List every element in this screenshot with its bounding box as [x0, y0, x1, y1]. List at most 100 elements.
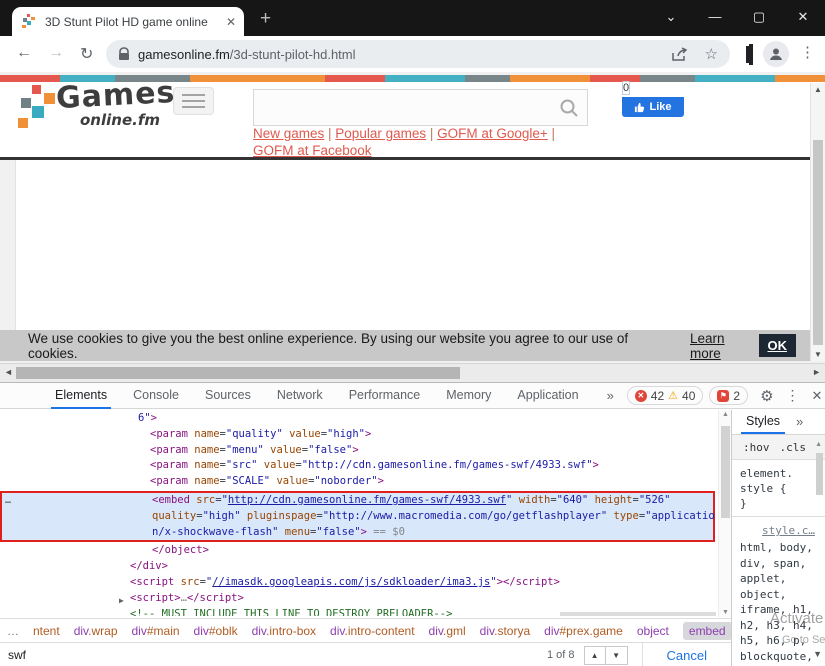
- tab-application[interactable]: Application: [504, 383, 591, 409]
- find-cancel-button[interactable]: Cancel: [642, 643, 731, 666]
- find-next-button[interactable]: ▼: [606, 646, 628, 665]
- window-close-button[interactable]: ✕: [781, 0, 825, 34]
- search-icon[interactable]: [559, 98, 579, 118]
- css-selector-list[interactable]: html, body, div, span, applet, object, i…: [732, 540, 818, 666]
- code-line[interactable]: </div>: [0, 559, 718, 575]
- styles-scrollbar-thumb[interactable]: [816, 453, 823, 495]
- devtools-settings-icon[interactable]: ⚙: [760, 387, 773, 405]
- elements-scrollbar-thumb[interactable]: [721, 426, 730, 518]
- breadcrumb-item[interactable]: div#prex.game: [544, 624, 623, 638]
- selected-embed-node[interactable]: …<embed src="http://cdn.gamesonline.fm/g…: [0, 491, 715, 542]
- tab-memory[interactable]: Memory: [433, 383, 504, 409]
- code-tag: ></script>: [497, 576, 560, 588]
- code-link[interactable]: //imasdk.googleapis.com/js/sdkloader/ima…: [212, 576, 490, 588]
- code-line[interactable]: <param name="menu" value="false">: [0, 443, 718, 459]
- site-logo-sub[interactable]: online.fm: [80, 111, 160, 129]
- scroll-up-arrow-icon[interactable]: ▲: [814, 85, 822, 94]
- tab-elements[interactable]: Elements: [42, 383, 120, 409]
- scroll-up-arrow-icon[interactable]: ▲: [815, 441, 822, 448]
- tab-sources[interactable]: Sources: [192, 383, 264, 409]
- window-chevron-icon[interactable]: ⌄: [649, 0, 693, 34]
- page-vertical-scrollbar[interactable]: ▲ ▼: [810, 83, 825, 361]
- site-search-input[interactable]: [254, 90, 587, 125]
- tab-network[interactable]: Network: [264, 383, 336, 409]
- site-logo-mark[interactable]: [17, 84, 55, 130]
- browser-menu-icon[interactable]: ⋮: [800, 43, 815, 61]
- find-input[interactable]: swf: [8, 648, 547, 662]
- scroll-down-arrow-icon[interactable]: ▼: [722, 609, 729, 616]
- like-button[interactable]: Like: [622, 97, 684, 117]
- code-line[interactable]: n/x-shockwave-flash" menu="false"> == $0: [2, 525, 713, 541]
- breadcrumb-item[interactable]: div.wrap: [74, 624, 118, 638]
- breadcrumb-item[interactable]: embed: [683, 622, 731, 640]
- code-line[interactable]: <param name="SCALE" value="noborder">: [0, 474, 718, 490]
- find-previous-button[interactable]: ▲: [584, 646, 606, 665]
- scroll-right-arrow-icon[interactable]: ►: [812, 367, 821, 377]
- code-link[interactable]: http://cdn.gamesonline.fm/games-swf/4933…: [228, 494, 506, 506]
- window-minimize-button[interactable]: —: [693, 0, 737, 34]
- elements-tree[interactable]: 6"><param name="quality" value="high"><p…: [0, 410, 718, 616]
- breadcrumb-item[interactable]: div#oblk: [194, 624, 238, 638]
- code-tag: </div>: [130, 560, 168, 572]
- code-line[interactable]: <param name="quality" value="high">: [0, 427, 718, 443]
- code-comment: <!-- MUST INCLUDE THIS LINE TO DESTROY P…: [130, 608, 452, 616]
- breadcrumb-item[interactable]: object: [637, 624, 669, 638]
- breadcrumb-item[interactable]: div#main: [132, 624, 180, 638]
- page-horizontal-scrollbar[interactable]: ◄ ►: [0, 363, 825, 382]
- tab-styles[interactable]: Styles: [746, 414, 780, 428]
- tab-performance[interactable]: Performance: [336, 383, 434, 409]
- back-button[interactable]: ←: [16, 44, 32, 62]
- toggle-hover-state-button[interactable]: :hov: [743, 441, 770, 454]
- scroll-down-arrow-icon[interactable]: ▼: [813, 649, 822, 659]
- issues-badge[interactable]: ⚑ 2: [709, 386, 748, 405]
- window-maximize-button[interactable]: ▢: [737, 0, 781, 34]
- nav-link[interactable]: New games: [253, 126, 324, 141]
- more-tabs-icon[interactable]: »: [594, 383, 627, 409]
- code-line[interactable]: </object>: [0, 543, 718, 559]
- breadcrumb-item[interactable]: ntent: [33, 624, 60, 638]
- site-logo[interactable]: Games: [55, 75, 176, 116]
- hamburger-menu-button[interactable]: [173, 87, 214, 115]
- cookie-learn-more-link[interactable]: Learn more: [690, 331, 758, 361]
- code-line[interactable]: <script src="//imasdk.googleapis.com/js/…: [0, 575, 718, 591]
- page-scrollbar-thumb[interactable]: [813, 140, 823, 345]
- console-status-badge[interactable]: ✕ 42 ⚠ 40: [627, 386, 704, 405]
- stylesheet-link[interactable]: style.c…: [762, 524, 825, 537]
- new-tab-button[interactable]: +: [260, 8, 271, 30]
- elements-hscrollbar-thumb[interactable]: [560, 612, 716, 616]
- toggle-class-button[interactable]: .cls: [780, 441, 807, 454]
- devtools-close-icon[interactable]: ✕: [812, 388, 823, 404]
- breadcrumb-item[interactable]: …: [7, 624, 19, 638]
- breadcrumb-item[interactable]: div.gml: [429, 624, 466, 638]
- cookie-ok-button[interactable]: OK: [759, 334, 797, 357]
- code-line[interactable]: 6">: [0, 411, 718, 427]
- more-panes-icon[interactable]: »: [796, 414, 803, 429]
- horizontal-scrollbar-thumb[interactable]: [16, 367, 460, 379]
- nav-link[interactable]: GOFM at Google+: [437, 126, 548, 141]
- nav-link[interactable]: GOFM at Facebook: [253, 143, 372, 158]
- refresh-button[interactable]: ↻: [80, 44, 93, 64]
- breadcrumb-item[interactable]: div.intro-content: [330, 624, 415, 638]
- side-panel-button[interactable]: [749, 46, 753, 64]
- browser-tab[interactable]: 3D Stunt Pilot HD game online ✕: [12, 7, 244, 36]
- code-line[interactable]: ▶<script>…</script>: [0, 591, 718, 607]
- devtools-menu-icon[interactable]: ⋮: [786, 387, 800, 404]
- breadcrumb-item[interactable]: div.storya: [480, 624, 530, 638]
- breadcrumb-item[interactable]: div.intro-box: [252, 624, 316, 638]
- scroll-down-arrow-icon[interactable]: ▼: [814, 350, 822, 359]
- scroll-up-arrow-icon[interactable]: ▲: [722, 411, 729, 418]
- scroll-left-arrow-icon[interactable]: ◄: [4, 367, 13, 377]
- bookmark-star-icon[interactable]: ☆: [705, 45, 718, 63]
- profile-avatar[interactable]: [763, 41, 789, 67]
- nav-link[interactable]: Popular games: [335, 126, 426, 141]
- code-line[interactable]: <embed src="http://cdn.gamesonline.fm/ga…: [2, 493, 713, 509]
- tab-console[interactable]: Console: [120, 383, 192, 409]
- tab-close-icon[interactable]: ✕: [226, 15, 236, 29]
- address-bar[interactable]: gamesonline.fm/3d-stunt-pilot-hd.html ☆: [106, 40, 730, 68]
- code-line[interactable]: quality="high" pluginspage="http://www.m…: [2, 509, 713, 525]
- element-style-rule[interactable]: element. style { }: [732, 460, 825, 517]
- code-line[interactable]: <param name="src" value="http://cdn.game…: [0, 458, 718, 474]
- forward-button[interactable]: →: [48, 44, 64, 62]
- elements-scrollbar[interactable]: ▲ ▼: [718, 410, 731, 617]
- share-icon[interactable]: [672, 47, 689, 62]
